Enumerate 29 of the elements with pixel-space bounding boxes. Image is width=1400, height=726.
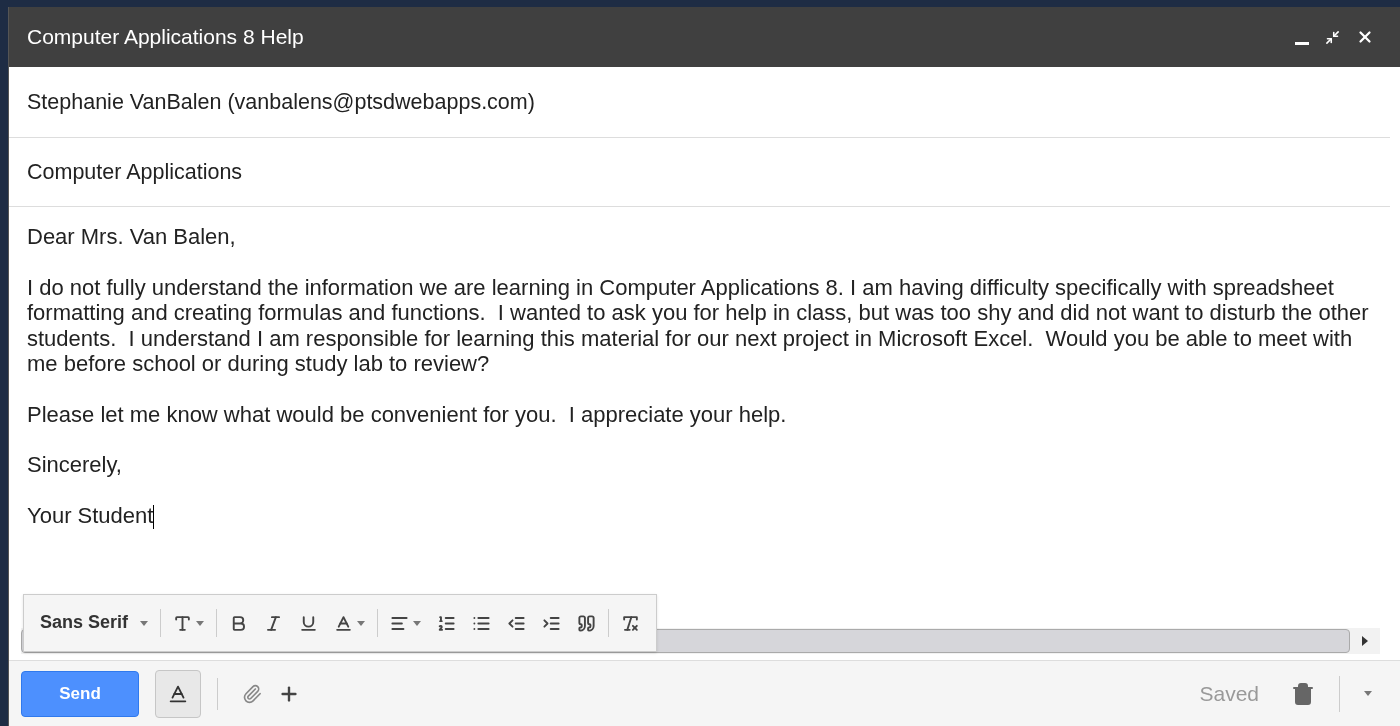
caret-icon xyxy=(413,620,422,626)
recipients-field[interactable]: Stephanie VanBalen (vanbalens@ptsdwebapps.com) xyxy=(9,67,1390,138)
remove-formatting-icon xyxy=(621,613,641,633)
text-color-icon xyxy=(334,613,354,633)
underline-icon xyxy=(299,613,319,633)
shrink-arrows-icon xyxy=(1325,29,1340,45)
font-dropdown[interactable]: Sans Serif xyxy=(32,607,157,639)
text-cursor xyxy=(153,504,155,529)
numbered-list-icon xyxy=(437,613,457,633)
formatting-toggle[interactable] xyxy=(155,669,201,718)
caret-icon xyxy=(196,620,205,626)
window-title: Computer Applications 8 Help xyxy=(27,24,305,51)
message-paragraph: Please let me know what would be convenient for you. I appreciate your help. xyxy=(27,401,788,427)
message-paragraph: I do not fully understand the information we are learning in Computer Applications 8. I am having difficulty specifically with spreadsheet formatting and creating formulas and functions. I wanted to ask you for help in class, but was too shy and did not want to disturb the other students. I understand I am responsible for learning this material for our next project in Microsoft Excel. Would you be able to meet with me before school or during study lab to review? xyxy=(27,274,1370,377)
message-paragraph: Your Student xyxy=(27,502,156,529)
caret-icon xyxy=(1364,691,1372,696)
paperclip-icon xyxy=(242,683,262,704)
caret-icon xyxy=(140,620,149,626)
subject-field[interactable]: Computer Applications xyxy=(9,138,1390,207)
close-icon xyxy=(1356,28,1374,46)
saved-status: Saved xyxy=(1199,680,1259,707)
text-size-icon xyxy=(173,613,193,633)
scroll-right-icon[interactable] xyxy=(1362,636,1368,646)
quote-icon xyxy=(577,613,597,633)
message-paragraph: Sincerely, xyxy=(27,452,123,478)
caret-icon xyxy=(357,620,366,626)
minimize-icon xyxy=(1295,41,1309,45)
message-paragraph: Dear Mrs. Van Balen, xyxy=(27,224,237,250)
trash-icon xyxy=(1291,681,1315,706)
